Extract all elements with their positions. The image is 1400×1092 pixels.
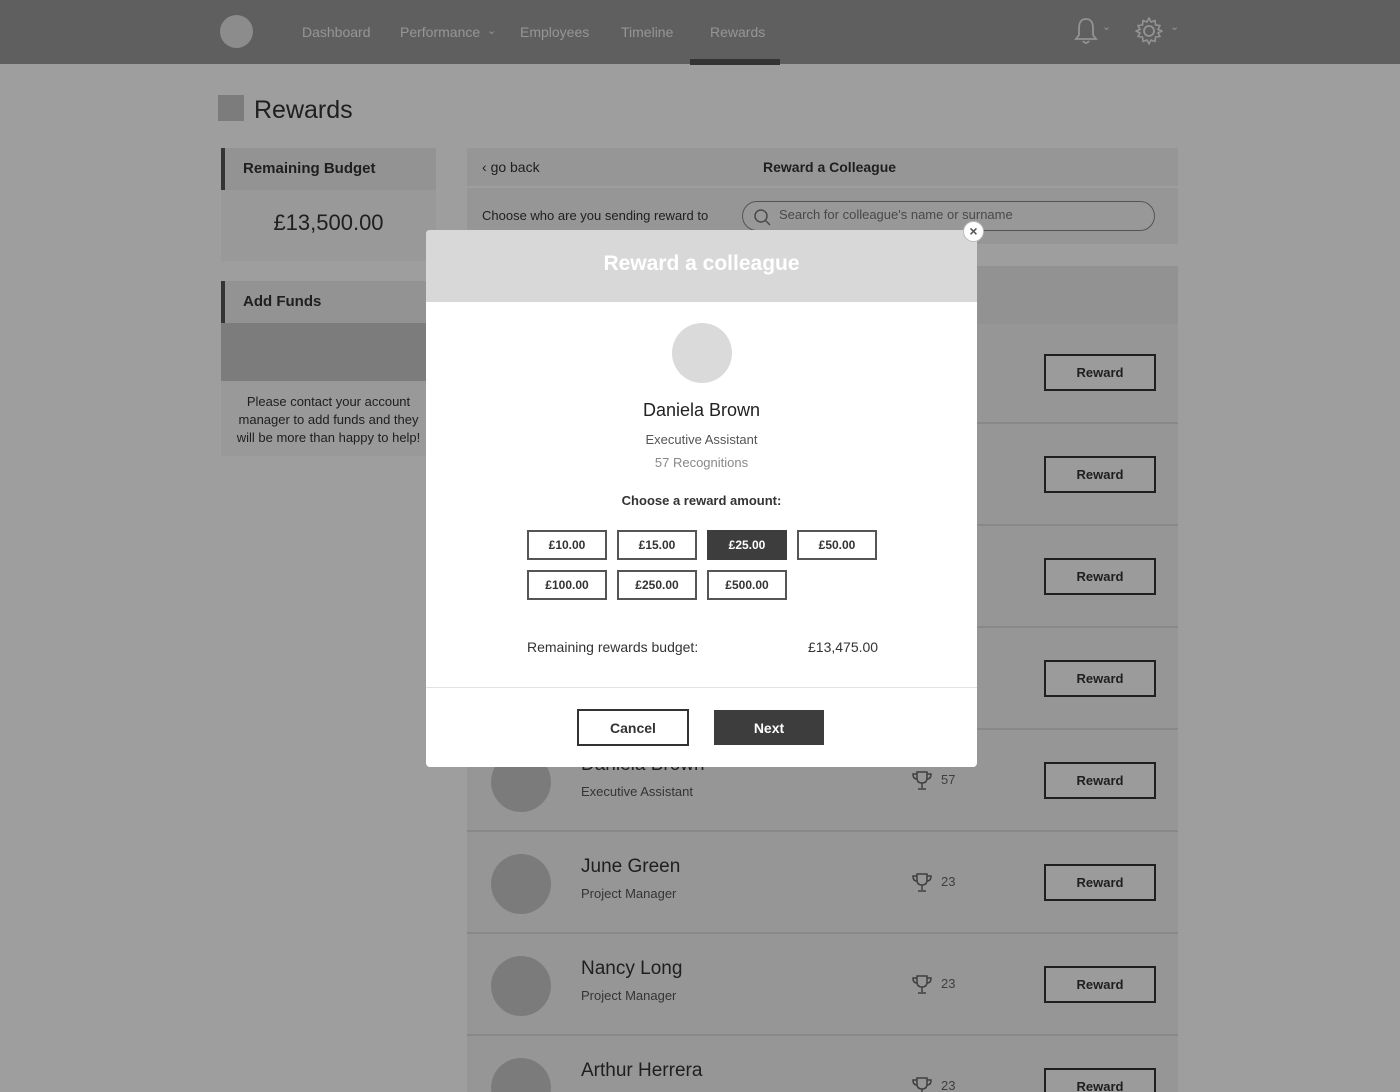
amount-option[interactable]: £10.00 xyxy=(527,530,607,560)
amount-option[interactable]: £100.00 xyxy=(527,570,607,600)
reward-modal: Reward a colleague Daniela Brown Executi… xyxy=(426,230,977,767)
avatar xyxy=(672,323,732,383)
amount-option[interactable]: £25.00 xyxy=(707,530,787,560)
amount-option[interactable]: £15.00 xyxy=(617,530,697,560)
colleague-name: Daniela Brown xyxy=(642,400,761,420)
choose-amount-label: Choose a reward amount: xyxy=(621,493,782,508)
colleague-role: Executive Assistant xyxy=(645,432,758,447)
amount-option[interactable]: £250.00 xyxy=(617,570,697,600)
close-icon[interactable]: × xyxy=(963,221,984,242)
modal-title: Reward a colleague xyxy=(603,252,800,275)
divider xyxy=(426,687,977,688)
remaining-budget-value: £13,475.00 xyxy=(808,639,879,655)
modal-header: Reward a colleague xyxy=(426,230,977,302)
recognitions-count: 57 Recognitions xyxy=(654,455,749,470)
amount-option[interactable]: £500.00 xyxy=(707,570,787,600)
cancel-button[interactable]: Cancel xyxy=(577,709,689,746)
next-button[interactable]: Next xyxy=(714,710,824,745)
remaining-budget-label: Remaining rewards budget: xyxy=(527,639,699,655)
amount-option[interactable]: £50.00 xyxy=(797,530,877,560)
